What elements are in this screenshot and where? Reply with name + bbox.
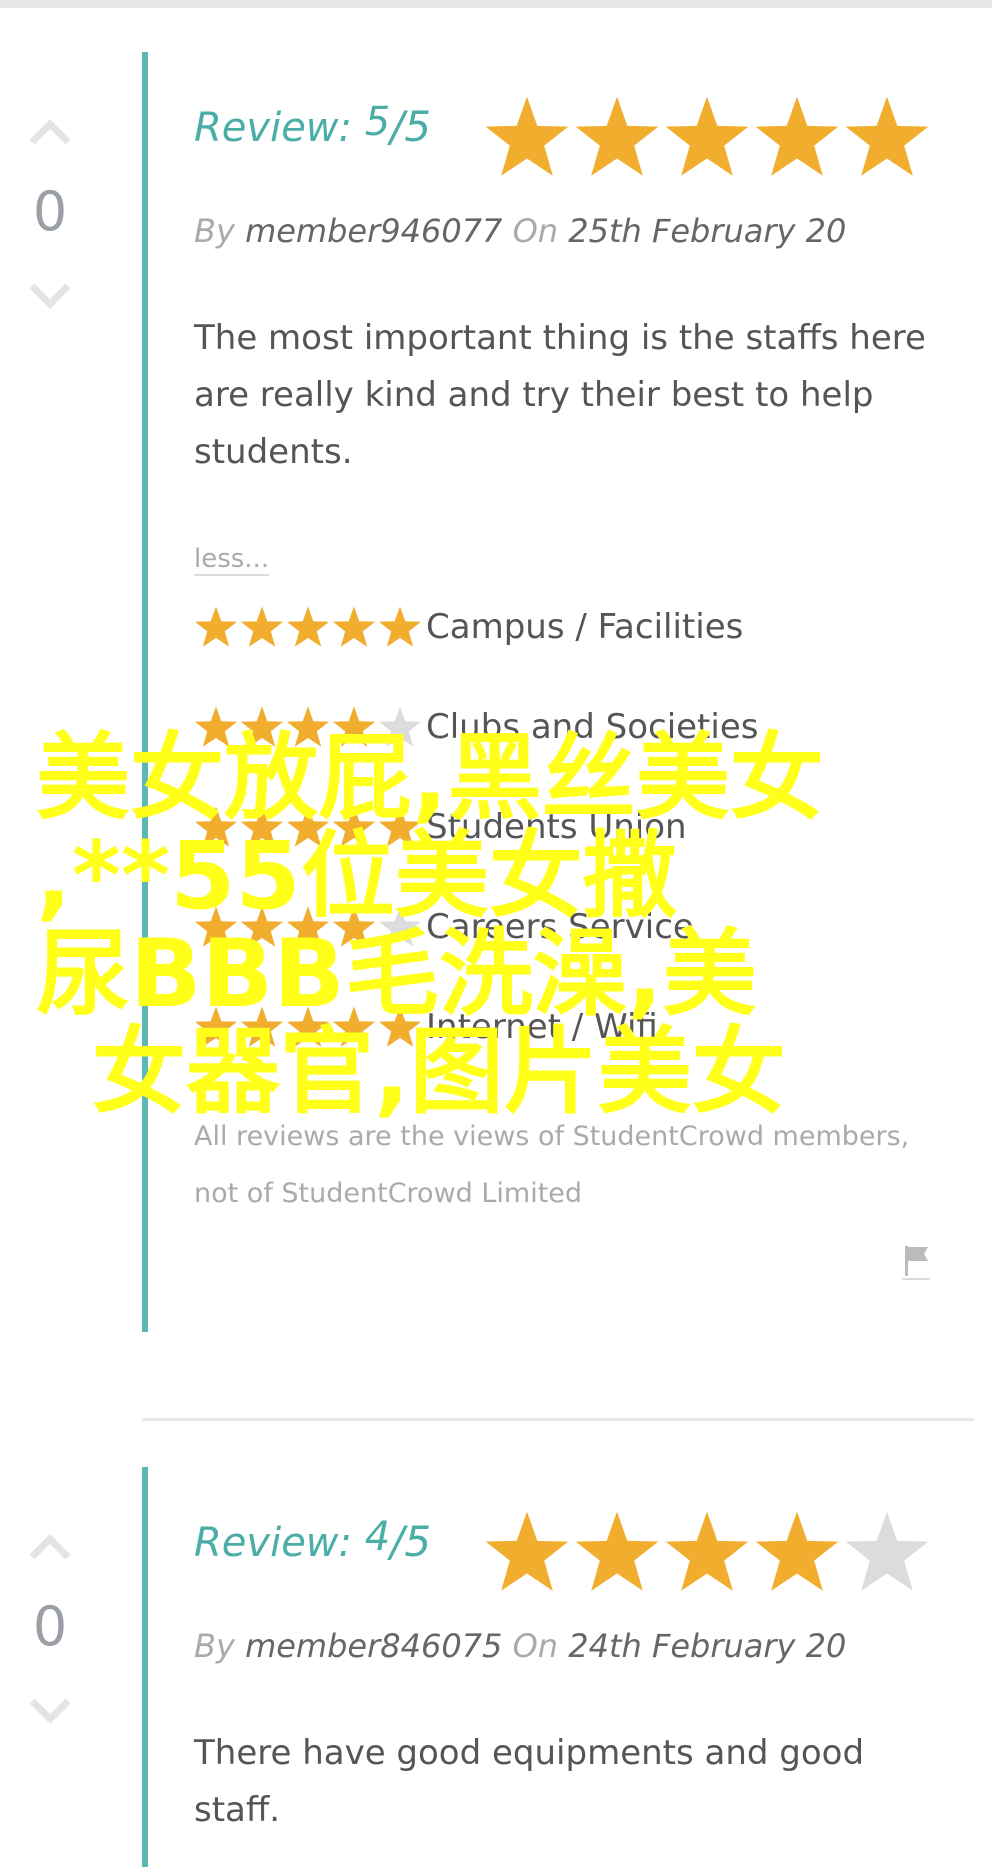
star-empty-icon — [845, 1511, 929, 1591]
category-stars — [194, 905, 426, 949]
author-name[interactable]: member946077 — [245, 212, 502, 250]
star-filled-icon — [845, 96, 929, 176]
review-accent-bar — [142, 1467, 148, 1867]
star-filled-icon — [240, 1006, 284, 1047]
score-out-of: /5 — [390, 1517, 432, 1566]
star-filled-icon — [755, 96, 839, 176]
category-stars — [194, 805, 426, 849]
category-rating-clubs: Clubs and Societies — [194, 705, 758, 749]
star-empty-icon — [378, 706, 422, 747]
category-stars — [194, 705, 426, 749]
category-label: Students Union — [426, 807, 687, 847]
category-rating-union: Students Union — [194, 805, 687, 849]
star-filled-icon — [755, 1511, 839, 1591]
star-filled-icon — [194, 1006, 238, 1047]
score-out-of: /5 — [390, 102, 432, 151]
star-filled-icon — [286, 1006, 330, 1047]
star-filled-icon — [240, 806, 284, 847]
category-stars — [194, 605, 426, 649]
star-filled-icon — [378, 806, 422, 847]
author-name[interactable]: member846075 — [245, 1627, 502, 1665]
upvote-chevron-up-icon[interactable] — [28, 1531, 72, 1561]
category-rating-careers: Careers Service — [194, 905, 694, 949]
upvote-chevron-up-icon[interactable] — [28, 116, 72, 146]
star-filled-icon — [378, 1006, 422, 1047]
overall-star-rating — [484, 1509, 930, 1595]
star-filled-icon — [194, 706, 238, 747]
star-filled-icon — [194, 906, 238, 947]
category-label: Clubs and Societies — [426, 707, 759, 747]
category-rating-campus: Campus / Facilities — [194, 605, 743, 649]
star-filled-icon — [575, 1511, 659, 1591]
vote-count: 0 — [32, 180, 68, 243]
star-filled-icon — [194, 806, 238, 847]
review-text: The most important thing is the staffs h… — [194, 318, 926, 472]
score-value: 5 — [364, 99, 391, 145]
review-byline: By member946077 On 25th February 20 — [194, 212, 847, 250]
star-filled-icon — [332, 806, 376, 847]
star-filled-icon — [286, 806, 330, 847]
star-filled-icon — [286, 606, 330, 647]
star-filled-icon — [485, 1511, 569, 1591]
star-empty-icon — [378, 906, 422, 947]
star-filled-icon — [665, 96, 749, 176]
review-score: Review: 4/5 — [194, 1514, 432, 1566]
review-divider — [142, 1418, 974, 1421]
star-filled-icon — [240, 906, 284, 947]
star-filled-icon — [485, 96, 569, 176]
star-filled-icon — [332, 606, 376, 647]
star-filled-icon — [286, 706, 330, 747]
vote-count: 0 — [32, 1595, 68, 1658]
star-filled-icon — [332, 906, 376, 947]
star-filled-icon — [240, 606, 284, 647]
category-label: Campus / Facilities — [426, 607, 744, 647]
category-stars — [194, 1005, 426, 1049]
review-byline: By member846075 On 24th February 20 — [194, 1627, 847, 1665]
star-filled-icon — [194, 606, 238, 647]
review-disclaimer: All reviews are the views of StudentCrow… — [194, 1121, 910, 1209]
overall-star-rating — [484, 94, 930, 180]
star-filled-icon — [665, 1511, 749, 1591]
star-filled-icon — [332, 706, 376, 747]
top-divider — [0, 0, 992, 8]
star-filled-icon — [240, 706, 284, 747]
category-label: Careers Service — [426, 907, 694, 947]
score-value: 4 — [364, 1514, 391, 1560]
category-label: Internet / Wifi — [426, 1007, 658, 1047]
review-date: 24th February 20 — [568, 1627, 847, 1665]
star-filled-icon — [378, 606, 422, 647]
review-text: There have good equipments and good staf… — [194, 1733, 865, 1830]
category-rating-internet: Internet / Wifi — [194, 1005, 658, 1049]
review-date: 25th February 20 — [568, 212, 847, 250]
less-link[interactable]: less... — [194, 544, 270, 576]
report-flag-icon[interactable] — [902, 1244, 930, 1280]
star-filled-icon — [575, 96, 659, 176]
star-filled-icon — [286, 906, 330, 947]
downvote-chevron-down-icon[interactable] — [28, 282, 72, 312]
review-score: Review: 5/5 — [194, 99, 432, 151]
star-filled-icon — [332, 1006, 376, 1047]
review-accent-bar — [142, 52, 148, 1332]
downvote-chevron-down-icon[interactable] — [28, 1697, 72, 1727]
